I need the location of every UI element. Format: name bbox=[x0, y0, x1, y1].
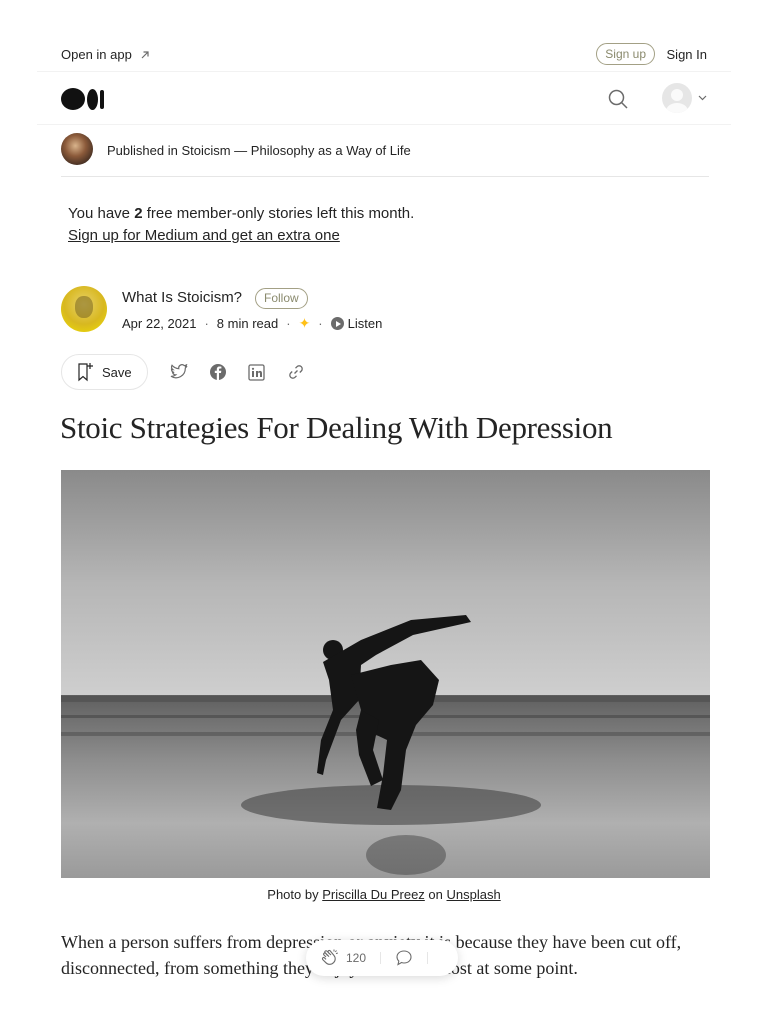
save-button[interactable]: Save bbox=[61, 354, 148, 390]
publication-text: Published in Stoicism — Philosophy as a … bbox=[107, 143, 411, 158]
publication-avatar[interactable] bbox=[61, 133, 93, 165]
clap-count: 120 bbox=[346, 951, 367, 965]
link-icon[interactable] bbox=[286, 362, 306, 382]
hero-photo bbox=[61, 470, 710, 878]
medium-logo-icon[interactable] bbox=[61, 88, 104, 110]
article-meta: Apr 22, 2021 · 8 min read · ✦ · Listen bbox=[122, 315, 382, 332]
member-notice-prefix: You have bbox=[68, 205, 135, 222]
bookmark-icon bbox=[78, 363, 93, 382]
article-title: Stoic Strategies For Dealing With Depres… bbox=[60, 410, 613, 445]
twitter-icon[interactable] bbox=[169, 362, 189, 382]
member-notice-suffix: free member-only stories left this month… bbox=[142, 205, 415, 222]
avatar bbox=[662, 83, 692, 113]
facebook-icon[interactable] bbox=[208, 362, 228, 382]
follow-button[interactable]: Follow bbox=[255, 288, 308, 309]
separator-dot: · bbox=[204, 316, 209, 331]
stories-left-count: 2 bbox=[134, 205, 143, 222]
open-in-app-link[interactable]: Open in app bbox=[61, 47, 150, 62]
caption-source-link[interactable]: Unsplash bbox=[447, 887, 501, 902]
clap-icon bbox=[321, 949, 338, 965]
publication-name[interactable]: Stoicism — Philosophy as a Way of Life bbox=[181, 143, 410, 158]
top-bar: Open in app Sign up Sign In bbox=[37, 36, 731, 72]
arrow-up-right-icon bbox=[141, 50, 149, 58]
publication-row: Published in Stoicism — Philosophy as a … bbox=[61, 133, 709, 177]
comment-icon bbox=[396, 950, 412, 966]
author-name[interactable]: What Is Stoicism? bbox=[122, 289, 242, 306]
play-icon bbox=[330, 317, 344, 330]
separator-dot: · bbox=[286, 316, 291, 331]
save-label: Save bbox=[102, 364, 132, 380]
publication-prefix: Published in bbox=[107, 143, 182, 158]
caption-prefix: Photo by bbox=[267, 887, 323, 902]
read-time: 8 min read bbox=[216, 316, 279, 331]
user-menu[interactable] bbox=[662, 83, 707, 113]
action-row: Save bbox=[61, 354, 306, 390]
sign-in-link[interactable]: Sign In bbox=[667, 47, 707, 62]
divider bbox=[380, 952, 382, 964]
caption-author-link[interactable]: Priscilla Du Preez bbox=[322, 887, 425, 902]
member-notice-text: You have 2 free member-only stories left… bbox=[68, 203, 414, 225]
author-row: What Is Stoicism? Follow Apr 22, 2021 · … bbox=[61, 286, 461, 332]
photo-caption: Photo by Priscilla Du Preez on Unsplash bbox=[0, 887, 768, 902]
author-avatar[interactable] bbox=[61, 286, 107, 332]
chevron-down-icon bbox=[698, 95, 707, 101]
publish-date: Apr 22, 2021 bbox=[122, 316, 197, 331]
sign-up-button[interactable]: Sign up bbox=[596, 43, 655, 65]
listen-button[interactable]: Listen bbox=[330, 316, 383, 331]
member-notice: You have 2 free member-only stories left… bbox=[68, 203, 414, 247]
member-signup-link[interactable]: Sign up for Medium and get an extra one bbox=[68, 225, 414, 247]
floating-action-bar: 120 bbox=[306, 940, 458, 976]
search-icon[interactable] bbox=[607, 88, 629, 110]
open-in-app-label: Open in app bbox=[61, 47, 132, 62]
member-star-icon: ✦ bbox=[298, 315, 311, 331]
nav-bar bbox=[37, 72, 731, 125]
clap-button[interactable]: 120 bbox=[320, 948, 366, 968]
divider bbox=[427, 952, 429, 964]
listen-label: Listen bbox=[347, 316, 383, 331]
comment-button[interactable] bbox=[395, 949, 413, 967]
hero-photo-art bbox=[61, 470, 710, 878]
linkedin-icon[interactable] bbox=[247, 362, 267, 382]
caption-mid: on bbox=[424, 887, 447, 902]
separator-dot: · bbox=[318, 316, 323, 331]
